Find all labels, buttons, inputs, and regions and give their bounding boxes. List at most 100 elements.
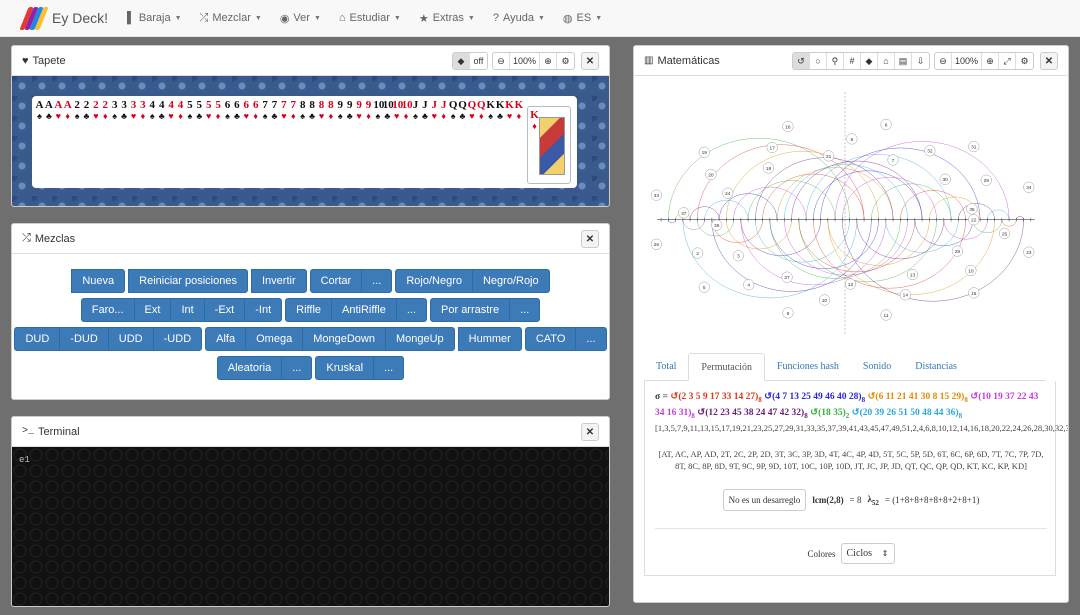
card-corner[interactable]: 2 ♣ [82,100,91,122]
close-button[interactable]: ✕ [1040,52,1058,70]
nav-menu-es[interactable]: ◍ ES ▼ [554,0,611,37]
card-corner[interactable]: 4 ♣ [157,100,166,122]
tab-total[interactable]: Total [644,353,688,380]
card-corner[interactable]: 6 ♠ [223,100,232,122]
card-corner[interactable]: 9 ♣ [345,100,354,122]
card-corner[interactable]: K ♠ [486,100,495,122]
card-corner[interactable]: A ♣ [44,100,53,122]
circle-icon[interactable]: ○ [810,53,827,69]
card-spread[interactable]: K ♦ K ♥ K ♣ K ♠ Q ♦ Q ♥ Q ♣ Q ♠ J ♦ J ♥ J ♣ J ♠ 10 ♦ 10 ♥ 10 ♣ 10 ♠ 9 ♦ 9 ♥… [32,96,577,188]
zoom-in-icon[interactable]: ⊕ [982,53,999,69]
card-corner[interactable]: K ♥ [505,100,514,122]
nav-menu-ayuda[interactable]: ? Ayuda ▼ [484,0,554,37]
more-options-button[interactable]: ... [361,269,393,293]
brand[interactable]: Ey Deck! [19,6,108,30]
permutation-arc-diagram[interactable]: 2225232810151314111210927453226363733 242… [634,76,1056,346]
card-corner[interactable]: Q ♥ [467,100,477,122]
card-corner[interactable]: 9 ♦ [364,100,373,122]
tab-sonido[interactable]: Sonido [851,353,903,380]
card-corner[interactable]: A ♠ [35,100,44,122]
graduation-icon[interactable]: ⌂ [878,53,895,69]
expand-icon[interactable]: ⤢ [999,53,1016,69]
more-options-button[interactable]: ... [373,356,405,380]
settings-icon[interactable]: ⚙ [1016,53,1033,69]
card-corner[interactable]: Q ♦ [477,100,486,122]
card-corner[interactable]: J ♥ [430,100,439,122]
aleatoria-button[interactable]: Aleatoria [216,356,283,380]
card-corner[interactable]: A ♥ [54,100,63,122]
mongedown-button[interactable]: MongeDown [302,327,386,351]
card-corner[interactable]: J ♦ [439,100,448,122]
card-corner[interactable]: 3 ♦ [138,100,147,122]
hash-icon[interactable]: # [844,53,861,69]
zoom-in-icon[interactable]: ⊕ [540,53,557,69]
ext-button[interactable]: Ext [133,298,172,322]
int-button[interactable]: -Int [244,298,283,322]
udd-button[interactable]: -UDD [152,327,203,351]
nueva-button[interactable]: Nueva [71,269,126,293]
dud-button[interactable]: DUD [14,327,61,351]
more-options-button[interactable]: ... [395,298,428,322]
card-corner[interactable]: 9 ♥ [355,100,364,122]
close-button[interactable]: ✕ [581,230,599,248]
riffle-button[interactable]: Riffle [285,298,333,322]
more-options-button[interactable]: ... [509,298,541,322]
card-corner[interactable]: 10 ♠ [373,100,384,122]
top-card[interactable]: K ♦ [527,106,571,184]
card-corner[interactable]: 5 ♠ [185,100,194,122]
nav-menu-extras[interactable]: ★ Extras ▼ [410,0,484,37]
faro-button[interactable]: Faro... [80,298,135,322]
more-options-button[interactable]: ... [575,327,607,351]
dud-button[interactable]: -DUD [59,327,109,351]
card-corner[interactable]: A ♦ [63,100,72,122]
tab-funciones-hash[interactable]: Funciones hash [765,353,851,380]
hummer-button[interactable]: Hummer [457,327,522,351]
nav-menu-estudiar[interactable]: ⌂ Estudiar ▼ [330,0,410,37]
antiriffle-button[interactable]: AntiRiffle [331,298,397,322]
alfa-button[interactable]: Alfa [205,327,247,351]
card-corner[interactable]: K ♦ [514,100,524,122]
card-corner[interactable]: K ♣ [496,100,505,122]
invertir-button[interactable]: Invertir [250,269,307,293]
udd-button[interactable]: UDD [107,327,154,351]
tag-toggle[interactable]: ◆ off [451,52,488,70]
tags-icon[interactable]: ◆ [861,53,878,69]
card-corner[interactable]: 8 ♠ [298,100,307,122]
nav-menu-ver[interactable]: ◉ Ver ▼ [271,0,330,37]
kruskal-button[interactable]: Kruskal [315,356,375,380]
ext-button[interactable]: -Ext [203,298,246,322]
colors-select[interactable]: Ciclos ⇕ [840,543,895,564]
card-corner[interactable]: 2 ♥ [91,100,100,122]
tag-icon[interactable]: ◆ [452,53,470,69]
card-corner[interactable]: Q ♣ [458,100,467,122]
card-corner[interactable]: 8 ♦ [326,100,335,122]
card-corner[interactable]: 5 ♥ [204,100,213,122]
card-corner[interactable]: 6 ♣ [232,100,241,122]
card-corner[interactable]: 8 ♥ [317,100,326,122]
card-corner[interactable]: 7 ♦ [289,100,298,122]
nav-menu-baraja[interactable]: ▌ Baraja ▼ [118,0,191,37]
pin-icon[interactable]: ⚲ [827,53,844,69]
card-corner[interactable]: 2 ♦ [101,100,110,122]
card-corner[interactable]: 5 ♦ [214,100,223,122]
card-corner[interactable]: 4 ♥ [167,100,176,122]
zoom-out-icon[interactable]: ⊖ [935,53,952,69]
close-button[interactable]: ✕ [581,52,599,70]
card-corner[interactable]: 8 ♣ [308,100,317,122]
card-corner[interactable]: 7 ♠ [261,100,270,122]
card-corner[interactable]: 9 ♠ [336,100,345,122]
card-corner[interactable]: 5 ♣ [195,100,204,122]
card-corner[interactable]: 4 ♠ [148,100,157,122]
card-corner[interactable]: Q ♠ [449,100,458,122]
card-corner[interactable]: 2 ♠ [73,100,82,122]
card-corner[interactable]: 7 ♥ [279,100,288,122]
card-corner[interactable]: 4 ♦ [176,100,185,122]
close-button[interactable]: ✕ [581,423,599,441]
card-corner[interactable]: J ♣ [420,100,429,122]
card-corner[interactable]: 3 ♠ [110,100,119,122]
reiniciar-posiciones-button[interactable]: Reiniciar posiciones [128,269,248,293]
int-button[interactable]: Int [170,298,205,322]
print-icon[interactable]: ▤ [895,53,912,69]
tab-permutaci-n[interactable]: Permutación [688,353,765,381]
download-icon[interactable]: ⇩ [912,53,929,69]
